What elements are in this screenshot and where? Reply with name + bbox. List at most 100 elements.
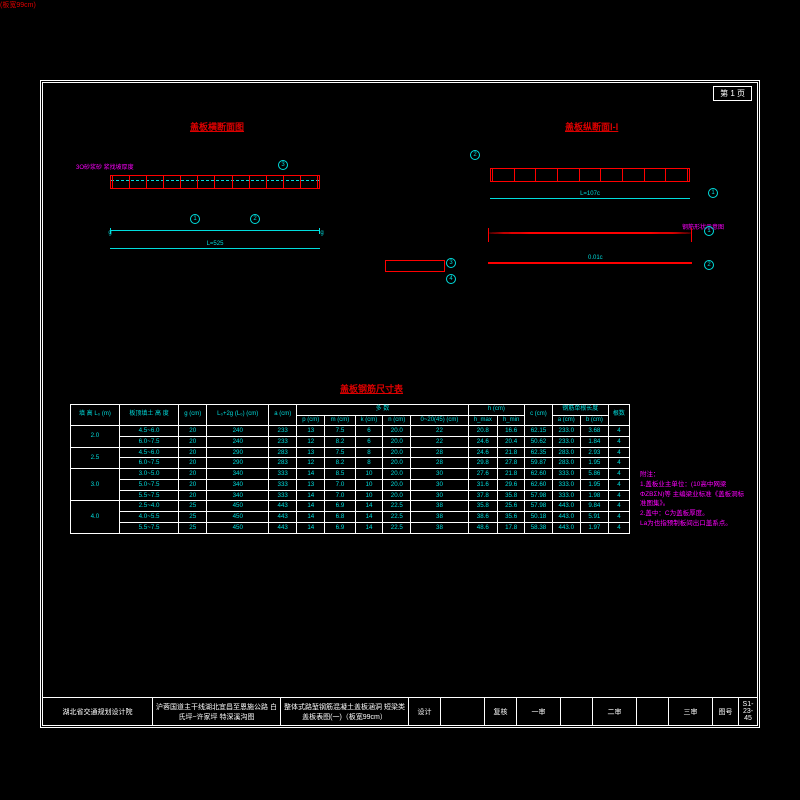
dim-right-len: L=107c bbox=[580, 191, 600, 197]
callout-2r-icon: 2 bbox=[470, 150, 480, 160]
table-cell: 14 bbox=[297, 512, 325, 523]
table-cell: 22.5 bbox=[383, 512, 411, 523]
table-cell: 1.95 bbox=[580, 479, 608, 490]
table-cell: 27.6 bbox=[468, 469, 497, 480]
table-cell: 28 bbox=[411, 447, 468, 458]
table-cell: 6.9 bbox=[325, 501, 355, 512]
table-cell: 6 bbox=[355, 436, 383, 447]
table-cell: 12 bbox=[297, 436, 325, 447]
table-cell: 62.60 bbox=[525, 479, 553, 490]
table-cell: 2.93 bbox=[580, 447, 608, 458]
table-cell: 16.6 bbox=[498, 426, 525, 437]
table-cell: 283 bbox=[269, 458, 297, 469]
table-cell: 20 bbox=[179, 447, 207, 458]
callout-1r-icon: 1 bbox=[708, 188, 718, 198]
table-cell: 20 bbox=[179, 490, 207, 501]
table-cell: 4 bbox=[608, 436, 629, 447]
callout-3-icon: 3 bbox=[278, 160, 288, 170]
table-cell: 20.0 bbox=[383, 458, 411, 469]
table-cell: 29.6 bbox=[498, 479, 525, 490]
table-cell: 1.97 bbox=[580, 522, 608, 533]
table-cell: 290 bbox=[207, 458, 269, 469]
sub-col-header: h_max bbox=[468, 415, 497, 426]
table-cell: 1.84 bbox=[580, 436, 608, 447]
tb-num-lbl: 图号 bbox=[713, 698, 739, 725]
sub-col-header: h_min bbox=[498, 415, 525, 426]
table-cell: 4 bbox=[608, 512, 629, 523]
table-cell: 443 bbox=[269, 512, 297, 523]
table-cell: 340 bbox=[207, 479, 269, 490]
table-cell: 20 bbox=[179, 426, 207, 437]
col-header: h (cm) bbox=[468, 405, 525, 416]
table-cell: 4 bbox=[608, 469, 629, 480]
table-units: (板宽99cm) bbox=[0, 0, 800, 10]
table-cell: 240 bbox=[207, 426, 269, 437]
rebar-curve-2: 0.01c bbox=[488, 258, 692, 272]
dim-left-g: g bbox=[100, 230, 120, 236]
table-cell: 450 bbox=[207, 501, 269, 512]
table-cell: 333 bbox=[269, 469, 297, 480]
table-cell: 5.86 bbox=[580, 469, 608, 480]
table-cell: 443 bbox=[269, 522, 297, 533]
table-cell: 8 bbox=[355, 447, 383, 458]
table-cell: 333.0 bbox=[552, 469, 580, 480]
table-cell: 6 bbox=[355, 426, 383, 437]
table-cell: 20 bbox=[179, 436, 207, 447]
tb-rev1-val bbox=[561, 698, 593, 725]
table-cell: 25 bbox=[179, 512, 207, 523]
table-cell: 13 bbox=[297, 426, 325, 437]
table-cell: 25 bbox=[179, 501, 207, 512]
table-cell: 233.0 bbox=[552, 426, 580, 437]
table-cell: 14 bbox=[355, 512, 383, 523]
tb-num-val: S1-23-45 bbox=[739, 698, 757, 725]
table-cell: 5.5~7.5 bbox=[119, 490, 178, 501]
dim-right-g: g bbox=[312, 230, 332, 236]
table-cell: 50.62 bbox=[525, 436, 553, 447]
table-cell: 233 bbox=[269, 426, 297, 437]
col-header: L₀+2g (L₀) (cm) bbox=[207, 405, 269, 426]
col-header: c (cm) bbox=[525, 405, 553, 426]
sub-col-header: n (cm) bbox=[383, 415, 411, 426]
table-cell: 450 bbox=[207, 512, 269, 523]
mid-dim: 0.01c bbox=[588, 255, 603, 261]
page-number: 第 1 页 bbox=[713, 86, 752, 101]
table-cell: 3.0 bbox=[71, 469, 120, 501]
dim-line-2: L=525 bbox=[110, 248, 320, 258]
table-cell: 30 bbox=[411, 490, 468, 501]
table-cell: 9.84 bbox=[580, 501, 608, 512]
table-cell: 21.8 bbox=[498, 447, 525, 458]
table-cell: 4.0 bbox=[71, 501, 120, 533]
table-cell: 10 bbox=[355, 490, 383, 501]
table-cell: 8.2 bbox=[325, 436, 355, 447]
drawing-long-section: 2 1 L=107c 钢筋形状示意图 1 0.01c 2 bbox=[470, 140, 720, 310]
col-header: 钢筋单根长度 bbox=[552, 405, 608, 416]
table-cell: 443.0 bbox=[552, 512, 580, 523]
table-cell: 233.0 bbox=[552, 436, 580, 447]
col-header: 多 数 bbox=[297, 405, 468, 416]
table-cell: 283 bbox=[269, 447, 297, 458]
table-cell: 340 bbox=[207, 490, 269, 501]
table-cell: 25 bbox=[179, 522, 207, 533]
table-cell: 59.87 bbox=[525, 458, 553, 469]
table-cell: 1.98 bbox=[580, 490, 608, 501]
table-cell: 6.9 bbox=[325, 522, 355, 533]
table-cell: 25.6 bbox=[498, 501, 525, 512]
table-cell: 27.8 bbox=[498, 458, 525, 469]
table-cell: 443.0 bbox=[552, 501, 580, 512]
tb-design-lbl: 设计 bbox=[409, 698, 441, 725]
table-cell: 62.15 bbox=[525, 426, 553, 437]
table-cell: 20.0 bbox=[383, 436, 411, 447]
rebar-ticks-left bbox=[112, 176, 318, 188]
table-cell: 58.38 bbox=[525, 522, 553, 533]
table-cell: 443.0 bbox=[552, 522, 580, 533]
table-cell: 7.5 bbox=[325, 426, 355, 437]
dim-line-right: L=107c bbox=[490, 198, 690, 199]
table-cell: 20 bbox=[179, 458, 207, 469]
section-title-right: 盖板纵断面Ⅰ-Ⅰ bbox=[565, 120, 618, 133]
table-cell: 450 bbox=[207, 522, 269, 533]
tb-org: 湖北省交通规划设计院 bbox=[43, 698, 153, 725]
table-cell: 17.8 bbox=[498, 522, 525, 533]
tb-rev1-lbl: 一审 bbox=[517, 698, 561, 725]
table-cell: 2.5 bbox=[71, 447, 120, 469]
note-1: 1.盖板业主单位：(10高中网梁 ΦΖΒΣΝ)等 主编梁业标准《盖板洞标准图集》… bbox=[640, 480, 750, 509]
